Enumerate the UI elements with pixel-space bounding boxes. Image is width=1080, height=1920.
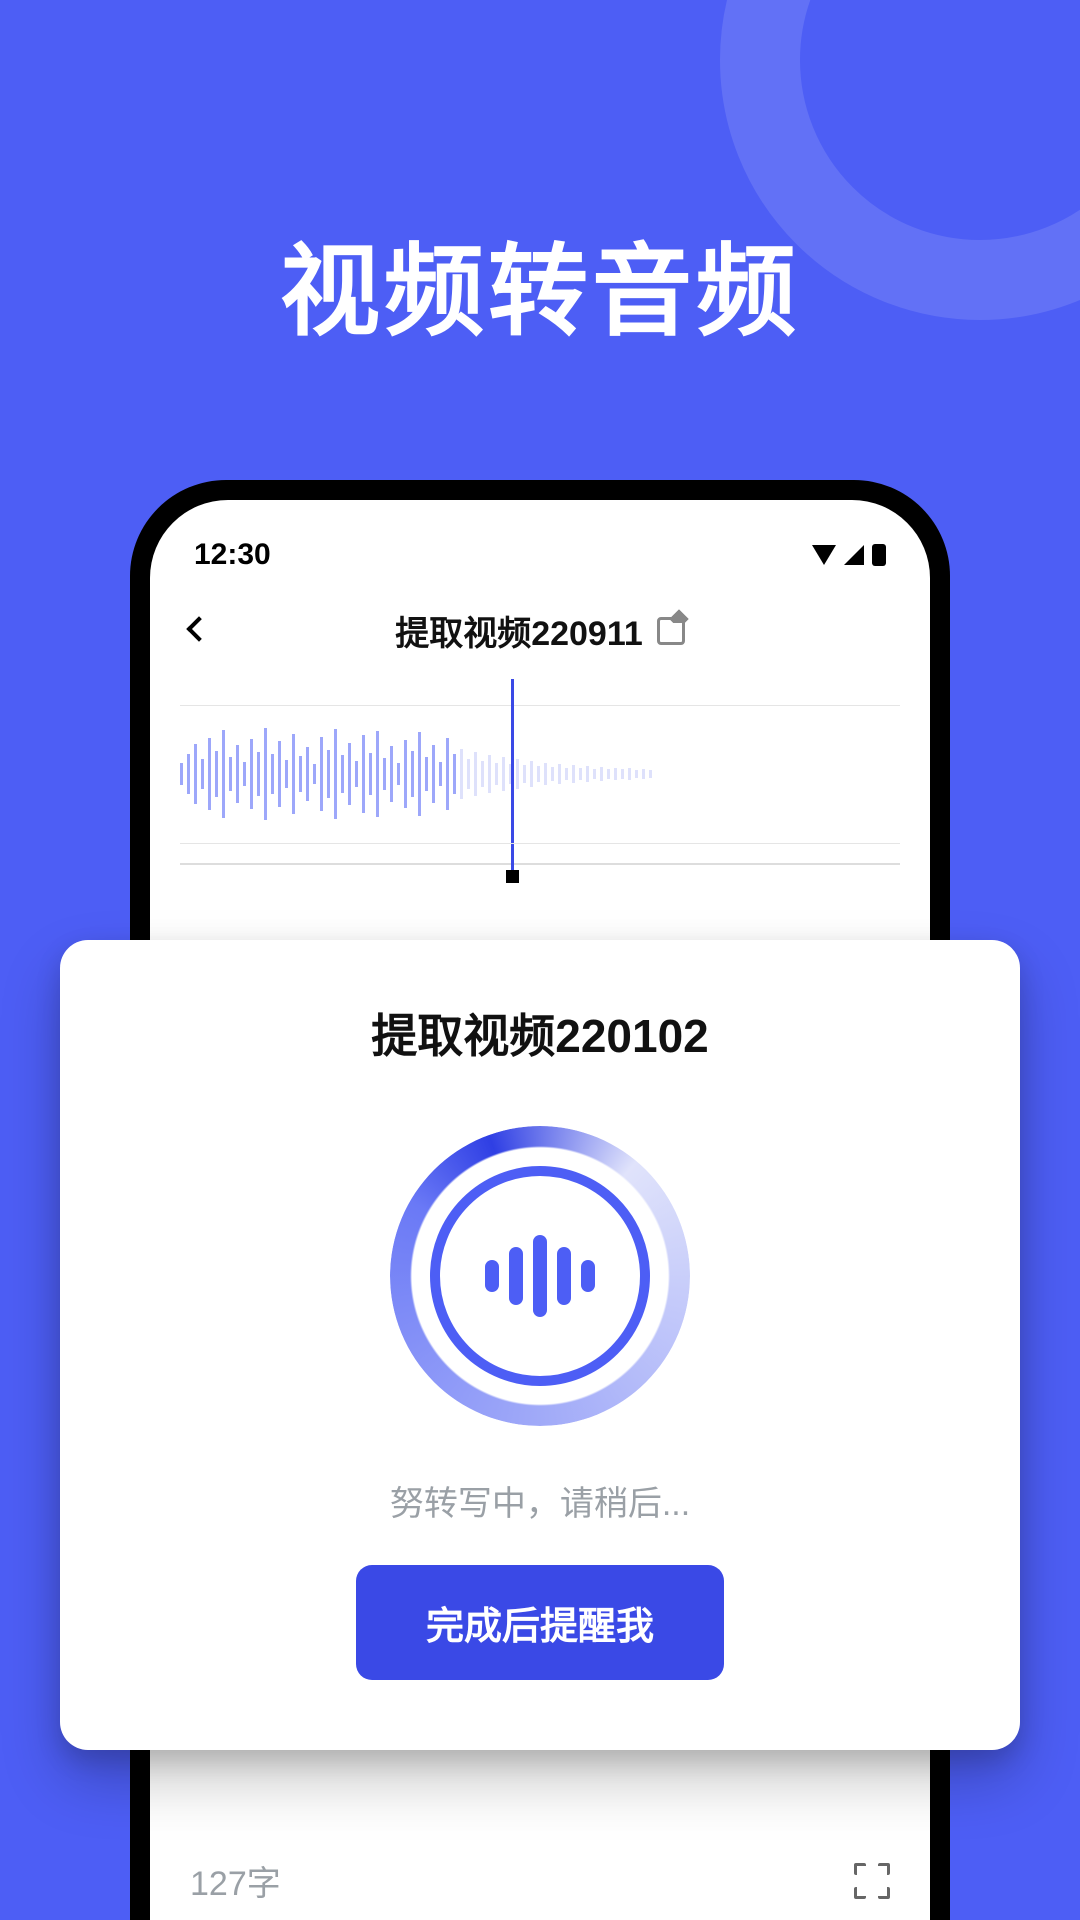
remind-me-button[interactable]: 完成后提醒我 — [356, 1565, 724, 1680]
edit-icon[interactable] — [657, 617, 685, 645]
word-count: 127字 — [190, 1856, 281, 1905]
card-title: 提取视频220102 — [120, 1000, 960, 1066]
hero-title: 视频转音频 — [0, 210, 1080, 355]
progress-spinner — [390, 1126, 690, 1426]
promo-stage: 视频转音频 12:30 提取视频220911 — [0, 0, 1080, 1920]
battery-icon — [872, 544, 886, 566]
waveform[interactable] — [180, 685, 900, 865]
transcribe-card: 提取视频220102 努转写中，请稍后... 完成后提醒我 — [60, 940, 1020, 1750]
statusbar: 12:30 — [150, 500, 930, 582]
signal-icon — [844, 545, 864, 565]
waveform-cursor[interactable] — [511, 679, 514, 875]
voice-icon — [430, 1166, 650, 1386]
titlebar: 提取视频220911 — [150, 582, 930, 675]
expand-icon[interactable] — [854, 1863, 890, 1899]
statusbar-icons — [812, 544, 886, 566]
wifi-icon — [812, 545, 836, 565]
bottom-toolbar: 127字 翻译 裁剪 复制 — [150, 1826, 930, 1920]
card-status: 努转写中，请稍后... — [120, 1476, 960, 1525]
back-icon[interactable] — [186, 616, 211, 641]
statusbar-time: 12:30 — [194, 538, 271, 572]
remind-me-label: 完成后提醒我 — [426, 1606, 654, 1648]
page-title: 提取视频220911 — [395, 606, 643, 655]
